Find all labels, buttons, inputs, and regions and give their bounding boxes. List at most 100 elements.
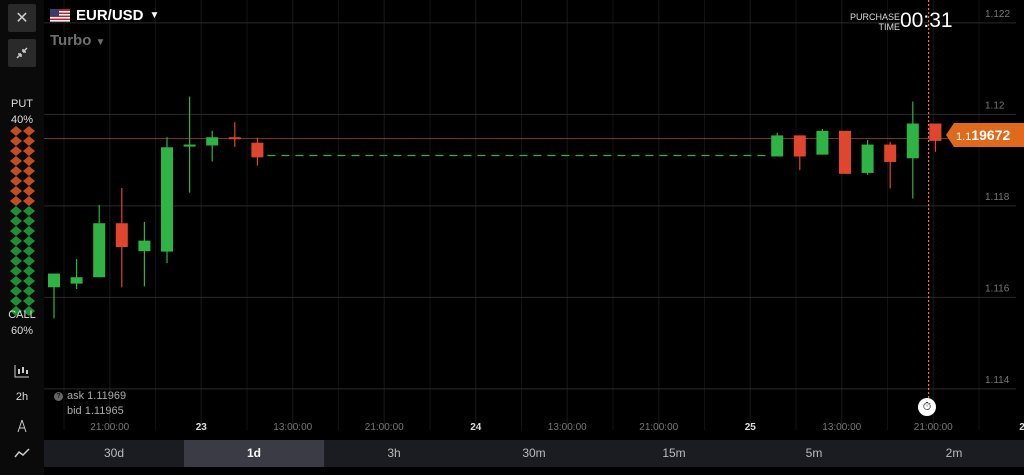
- purchase-timer: 00:31: [900, 9, 953, 32]
- gauge-cell: [10, 296, 22, 306]
- stopwatch-icon: ⏱: [918, 398, 936, 416]
- candle-body: [161, 147, 173, 252]
- left-toolbar: ✕ PUT 40% CALL 60% 2h: [0, 0, 44, 475]
- gauge-cell: [10, 126, 22, 136]
- call-label: CALL: [8, 309, 36, 321]
- chevron-down-icon: ▼: [149, 9, 160, 21]
- gauge-cell: [10, 226, 22, 236]
- collapse-icon: [16, 47, 28, 59]
- candle-body: [251, 142, 264, 158]
- us-flag-icon: [50, 8, 70, 22]
- candle-body: [228, 137, 241, 140]
- y-tick-label: 1.114: [985, 375, 1010, 386]
- collapse-button[interactable]: [8, 39, 36, 67]
- gauge-cell: [23, 176, 35, 186]
- x-tick-label: 23: [196, 422, 208, 433]
- candle-body: [839, 130, 851, 174]
- bid-price: bid 1.11965: [67, 405, 124, 417]
- candle-body: [70, 277, 83, 284]
- gauge-cell: [23, 166, 35, 176]
- gauge-cell: [23, 146, 35, 156]
- call-percentage: 60%: [10, 325, 34, 337]
- close-button[interactable]: ✕: [8, 4, 36, 32]
- candles-icon: [14, 365, 29, 378]
- price-main: 19672: [971, 127, 1011, 143]
- gauge-cell: [10, 146, 22, 156]
- timeframe-5m[interactable]: 5m: [744, 440, 884, 467]
- drawing-tools-button[interactable]: [10, 416, 34, 436]
- candle-body: [93, 223, 106, 278]
- indicator-icon: [14, 448, 30, 458]
- mode-selector[interactable]: Turbo ▼: [50, 32, 105, 49]
- indicators-button[interactable]: [10, 443, 34, 463]
- gauge-cell: [10, 216, 22, 226]
- gauge-cell: [23, 136, 35, 146]
- gauge-cell: [23, 266, 35, 276]
- asset-selector[interactable]: EUR/USD ▼: [50, 4, 159, 26]
- candle-body: [906, 123, 919, 159]
- candle-body: [183, 144, 196, 147]
- gauge-cell: [23, 206, 35, 216]
- candle-body: [861, 144, 874, 173]
- y-tick-label: 1.118: [985, 192, 1010, 203]
- timeframe-1d[interactable]: 1d: [184, 440, 324, 467]
- timeframe-2m[interactable]: 2m: [884, 440, 1024, 467]
- candle-body: [771, 135, 784, 157]
- x-tick-label: 24: [470, 422, 482, 433]
- asset-name: EUR/USD: [76, 6, 144, 24]
- gauge-cell: [10, 236, 22, 246]
- timeframe-3h[interactable]: 3h: [324, 440, 464, 467]
- gauge-cell: [10, 266, 22, 276]
- x-tick-label: 26: [1019, 422, 1024, 433]
- x-tick-label: 21:00:00: [914, 422, 953, 433]
- x-tick-label: 13:00:00: [273, 422, 312, 433]
- purchase-time-label: PURCHASE TIME: [849, 12, 900, 32]
- gauge-cell: [10, 196, 22, 206]
- x-tick-label: 21:00:00: [365, 422, 404, 433]
- gauge-cell: [23, 246, 35, 256]
- close-icon: ✕: [15, 10, 29, 27]
- put-label: PUT: [11, 98, 33, 110]
- gauge-cell: [10, 206, 22, 216]
- gauge-cell: [23, 236, 35, 246]
- x-tick-label: 21:00:00: [90, 422, 129, 433]
- candle-body: [793, 135, 806, 157]
- x-tick-label: 21:00:00: [639, 422, 678, 433]
- gauge-cell: [10, 186, 22, 196]
- x-tick-label: 13:00:00: [548, 422, 587, 433]
- candle-body: [929, 123, 942, 141]
- x-tick-label: 25: [745, 422, 757, 433]
- y-tick-label: 1.12: [985, 100, 1005, 111]
- y-tick-label: 1.122: [985, 9, 1010, 20]
- gauge-cell: [23, 196, 35, 206]
- put-percentage: 40%: [10, 114, 34, 126]
- chart-type-button[interactable]: [10, 361, 34, 381]
- gauge-cell: [10, 276, 22, 286]
- interval-button[interactable]: 2h: [6, 391, 38, 403]
- gauge-cell: [23, 296, 35, 306]
- timeframe-30d[interactable]: 30d: [44, 440, 184, 467]
- compass-icon: [17, 419, 27, 433]
- gauge-cell: [23, 276, 35, 286]
- gauge-cell: [23, 226, 35, 236]
- gauge-cell: [10, 256, 22, 266]
- gauge-cell: [10, 136, 22, 146]
- gauge-cell: [10, 176, 22, 186]
- ask-bid-info: ? ask 1.11969 bid 1.11965: [54, 389, 126, 419]
- price-chart[interactable]: 1.114 1.116 1.118 1.12 1.122 21:00:00 23 13:00:…: [0, 0, 1024, 475]
- candle-body: [206, 137, 219, 146]
- timeframe-30m[interactable]: 30m: [464, 440, 604, 467]
- timeframe-15m[interactable]: 15m: [604, 440, 744, 467]
- gauge-cell: [10, 156, 22, 166]
- gauge-cell: [23, 186, 35, 196]
- gauge-cell: [23, 156, 35, 166]
- x-tick-label: 13:00:00: [822, 422, 861, 433]
- gauge-cell: [10, 286, 22, 296]
- candle-body: [816, 130, 829, 155]
- chevron-down-icon: ▼: [95, 37, 106, 48]
- current-price-tag: 1.119672: [946, 123, 1024, 147]
- info-icon: ?: [54, 391, 63, 401]
- gauge-cell: [23, 256, 35, 266]
- timeframe-bar: 30d 1d 3h 30m 15m 5m 2m: [44, 440, 1024, 467]
- gauge-cell: [10, 166, 22, 176]
